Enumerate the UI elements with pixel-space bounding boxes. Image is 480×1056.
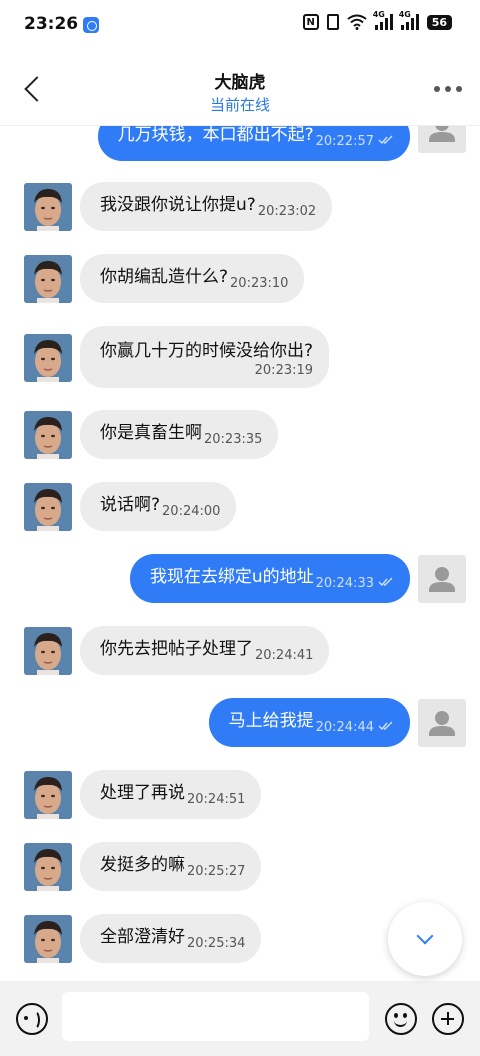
contact-avatar[interactable]: [24, 411, 72, 459]
message-time: 20:24:44: [315, 720, 374, 735]
vibrate-icon: [326, 14, 339, 30]
message-time: 20:22:57: [315, 134, 374, 149]
message-text: 你赢几十万的时候没给你出?: [100, 341, 314, 361]
message-text: 全部澄清好: [100, 927, 185, 947]
message-text: 我现在去绑定u的地址: [149, 567, 314, 587]
message-time: 20:24:33: [315, 576, 374, 591]
contact-avatar[interactable]: [24, 183, 72, 231]
message-list[interactable]: 几万块钱，本口都出不起? 20:22:57 我没跟你说让你提u? 20:23:02 你胡…: [0, 126, 480, 981]
read-receipt-icon: [374, 567, 394, 587]
message-time: 20:25:27: [187, 864, 246, 879]
contact-avatar[interactable]: [24, 843, 72, 891]
wifi-icon: [347, 14, 367, 30]
incoming-message-bubble[interactable]: 我没跟你说让你提u? 20:23:02: [80, 182, 333, 231]
message-time: 20:23:02: [257, 204, 317, 219]
input-bar: [0, 981, 480, 1056]
emoji-button[interactable]: [385, 1003, 417, 1035]
message-input[interactable]: [62, 992, 369, 1041]
message-text: 处理了再说: [100, 783, 185, 803]
signal-icon-1: 4G: [373, 10, 393, 30]
message-time: 20:23:10: [230, 276, 289, 291]
plus-button[interactable]: [432, 1003, 464, 1035]
message-text: 我没跟你说让你提u?: [100, 195, 256, 215]
chat-header: 大脑虎 当前在线: [0, 54, 480, 126]
message-text: 你先去把帖子处理了: [100, 639, 253, 659]
outgoing-message-bubble[interactable]: 几万块钱，本口都出不起? 20:22:57: [97, 126, 410, 161]
outgoing-message-bubble[interactable]: 马上给我提 20:24:44: [208, 698, 410, 747]
contact-avatar[interactable]: [24, 483, 72, 531]
scroll-to-bottom-button[interactable]: [388, 902, 462, 976]
contact-avatar[interactable]: [24, 915, 72, 963]
message-time: 20:25:34: [187, 936, 246, 951]
contact-avatar[interactable]: [24, 627, 72, 675]
contact-status: 当前在线: [209, 96, 270, 114]
my-avatar[interactable]: [418, 699, 466, 747]
read-receipt-icon: [374, 711, 394, 731]
contact-avatar[interactable]: [24, 334, 72, 382]
contact-avatar[interactable]: [24, 255, 72, 303]
incoming-message-bubble[interactable]: 你赢几十万的时候没给你出? 20:23:19: [80, 326, 330, 388]
more-dots-icon: [434, 86, 440, 92]
message-text: 说话啊?: [100, 495, 161, 515]
outgoing-message-bubble[interactable]: 我现在去绑定u的地址 20:24:33: [129, 554, 410, 603]
incoming-message-bubble[interactable]: 处理了再说 20:24:51: [80, 770, 262, 819]
message-time: 20:24:41: [255, 648, 314, 663]
message-text: 发挺多的嘛: [100, 855, 185, 875]
status-bar: 23:26 N 4G 4G 56: [0, 0, 480, 54]
more-button[interactable]: [434, 86, 462, 92]
incoming-message-bubble[interactable]: 全部澄清好 20:25:34: [80, 914, 262, 963]
voice-button[interactable]: [16, 1003, 48, 1035]
signal-icon-2: 4G: [399, 10, 419, 30]
incoming-message-bubble[interactable]: 说话啊? 20:24:00: [80, 482, 237, 531]
status-time: 23:26: [24, 14, 79, 34]
message-text: 马上给我提: [228, 711, 314, 731]
my-avatar[interactable]: [418, 555, 466, 603]
read-receipt-icon: [374, 126, 394, 145]
app-notification-icon: [83, 17, 99, 33]
message-time: 20:23:35: [204, 432, 263, 447]
incoming-message-bubble[interactable]: 你胡编乱造什么? 20:23:10: [80, 254, 305, 303]
battery-indicator: 56: [426, 14, 452, 30]
incoming-message-bubble[interactable]: 你是真畜生啊 20:23:35: [80, 410, 279, 459]
message-time: 20:23:19: [254, 363, 314, 378]
contact-name: 大脑虎: [214, 73, 266, 93]
message-text: 你是真畜生啊: [100, 423, 202, 443]
incoming-message-bubble[interactable]: 发挺多的嘛 20:25:27: [80, 842, 262, 891]
incoming-message-bubble[interactable]: 你先去把帖子处理了 20:24:41: [80, 626, 330, 675]
nfc-icon: N: [302, 14, 319, 30]
my-avatar[interactable]: [418, 126, 466, 153]
message-time: 20:24:00: [162, 504, 221, 519]
status-icons: N 4G 4G 56: [302, 10, 452, 30]
message-text: 你胡编乱造什么?: [100, 267, 229, 287]
message-text: 几万块钱，本口都出不起?: [117, 126, 314, 145]
message-time: 20:24:51: [187, 792, 246, 807]
contact-avatar[interactable]: [24, 771, 72, 819]
